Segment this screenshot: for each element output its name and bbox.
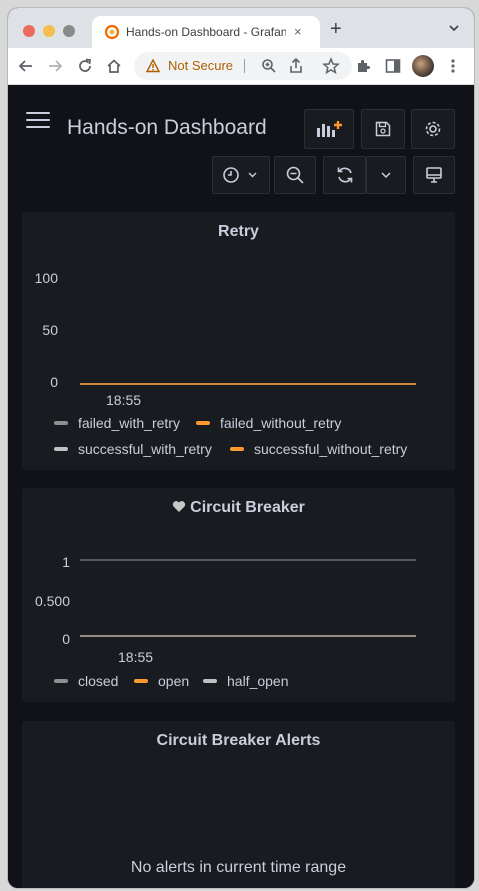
more-options-icon[interactable] xyxy=(444,57,462,75)
circuit-breaker-panel: Circuit Breaker 1 0.500 0 18:55 closed o… xyxy=(22,488,455,702)
legend-swatch xyxy=(54,447,68,451)
back-arrow-icon[interactable] xyxy=(17,57,35,75)
tab-title: Hands-on Dashboard - Grafana xyxy=(126,25,286,39)
legend-item[interactable]: successful_without_retry xyxy=(230,441,407,457)
empty-state-message: No alerts in current time range xyxy=(130,859,347,876)
y-axis-tick: 1 xyxy=(62,554,70,570)
legend-swatch xyxy=(203,679,217,683)
zoom-window-button[interactable] xyxy=(63,25,75,37)
legend-swatch xyxy=(230,447,244,451)
refresh-interval-dropdown[interactable] xyxy=(366,156,406,194)
panel-title[interactable]: Circuit Breaker Alerts xyxy=(22,732,455,750)
home-icon[interactable] xyxy=(105,57,123,75)
legend-swatch xyxy=(134,679,148,683)
legend-label: closed xyxy=(78,673,119,689)
legend-item[interactable]: half_open xyxy=(203,673,289,689)
browser-tab[interactable]: Hands-on Dashboard - Grafana × xyxy=(92,16,320,48)
legend-label: failed_with_retry xyxy=(78,415,180,431)
save-icon xyxy=(375,121,391,137)
new-tab-button[interactable]: + xyxy=(330,19,342,39)
browser-window: Hands-on Dashboard - Grafana × + Not Sec… xyxy=(8,8,474,888)
y-axis-tick: 50 xyxy=(42,322,58,338)
panel-title[interactable]: Retry xyxy=(22,223,455,241)
bookmark-star-icon[interactable] xyxy=(322,57,340,75)
chevron-down-icon xyxy=(381,172,391,179)
legend-item[interactable]: open xyxy=(134,673,189,689)
tv-mode-button[interactable] xyxy=(413,156,455,194)
x-axis-tick: 18:55 xyxy=(118,649,154,665)
legend-label: half_open xyxy=(227,673,289,689)
y-axis-tick: 0 xyxy=(62,631,70,647)
gear-icon xyxy=(425,121,441,137)
heart-icon xyxy=(172,501,186,512)
tab-strip: Hands-on Dashboard - Grafana × + xyxy=(8,8,474,48)
legend-item[interactable]: failed_without_retry xyxy=(196,415,341,431)
legend-item[interactable]: closed xyxy=(54,673,118,689)
retry-panel: Retry 100 50 0 18:55 failed_with_retry f… xyxy=(22,212,455,470)
security-status[interactable]: Not Secure xyxy=(168,58,233,73)
browser-toolbar: Not Secure xyxy=(8,48,474,85)
legend-label: successful_with_retry xyxy=(78,441,212,457)
clock-icon xyxy=(223,167,257,183)
circuit-breaker-graph[interactable] xyxy=(78,558,418,644)
grafana-app: Hands-on Dashboard Retry 100 50 0 18:55 … xyxy=(8,85,474,888)
profile-avatar[interactable] xyxy=(412,55,434,77)
circuit-breaker-alerts-panel: Circuit Breaker Alerts No alerts in curr… xyxy=(22,721,455,888)
add-panel-icon xyxy=(317,121,342,137)
add-panel-button[interactable] xyxy=(304,109,354,149)
y-axis-tick: 0 xyxy=(50,374,58,390)
panel-title-row[interactable]: Circuit Breaker xyxy=(22,499,455,517)
save-dashboard-button[interactable] xyxy=(361,109,405,149)
side-panel-icon[interactable] xyxy=(384,57,402,75)
x-axis-tick: 18:55 xyxy=(106,392,142,408)
close-window-button[interactable] xyxy=(23,25,35,37)
dashboard-settings-button[interactable] xyxy=(411,109,455,149)
legend-swatch xyxy=(54,421,68,425)
warning-icon[interactable] xyxy=(146,59,160,73)
reload-icon[interactable] xyxy=(76,57,94,75)
extensions-puzzle-icon[interactable] xyxy=(355,57,373,75)
y-axis-tick: 0.500 xyxy=(34,593,70,609)
grafana-logo-icon xyxy=(104,24,120,40)
share-icon[interactable] xyxy=(287,57,305,75)
refresh-button[interactable] xyxy=(323,156,366,194)
zoom-icon[interactable] xyxy=(260,57,278,75)
monitor-icon xyxy=(426,167,442,183)
address-bar[interactable]: Not Secure xyxy=(134,52,352,80)
y-axis-tick: 100 xyxy=(34,270,58,286)
time-picker-button[interactable] xyxy=(212,156,270,194)
panel-title: Circuit Breaker xyxy=(190,499,305,516)
legend-item[interactable]: successful_with_retry xyxy=(54,441,212,457)
menu-icon[interactable] xyxy=(26,112,50,130)
legend-label: failed_without_retry xyxy=(220,415,342,431)
zoom-out-icon xyxy=(286,166,304,184)
minimize-window-button[interactable] xyxy=(43,25,55,37)
legend-swatch xyxy=(196,421,210,425)
zoom-out-button[interactable] xyxy=(274,156,316,194)
legend-swatch xyxy=(54,679,68,683)
chevron-down-icon[interactable] xyxy=(448,22,460,34)
dashboard-title[interactable]: Hands-on Dashboard xyxy=(67,116,267,140)
refresh-icon xyxy=(337,167,352,183)
legend-label: successful_without_retry xyxy=(254,441,408,457)
legend-item[interactable]: failed_with_retry xyxy=(54,415,180,431)
retry-graph[interactable] xyxy=(78,274,418,392)
legend-label: open xyxy=(158,673,190,689)
tab-close-icon[interactable]: × xyxy=(294,25,302,39)
address-bar-divider xyxy=(244,59,245,73)
forward-arrow-icon[interactable] xyxy=(46,57,64,75)
